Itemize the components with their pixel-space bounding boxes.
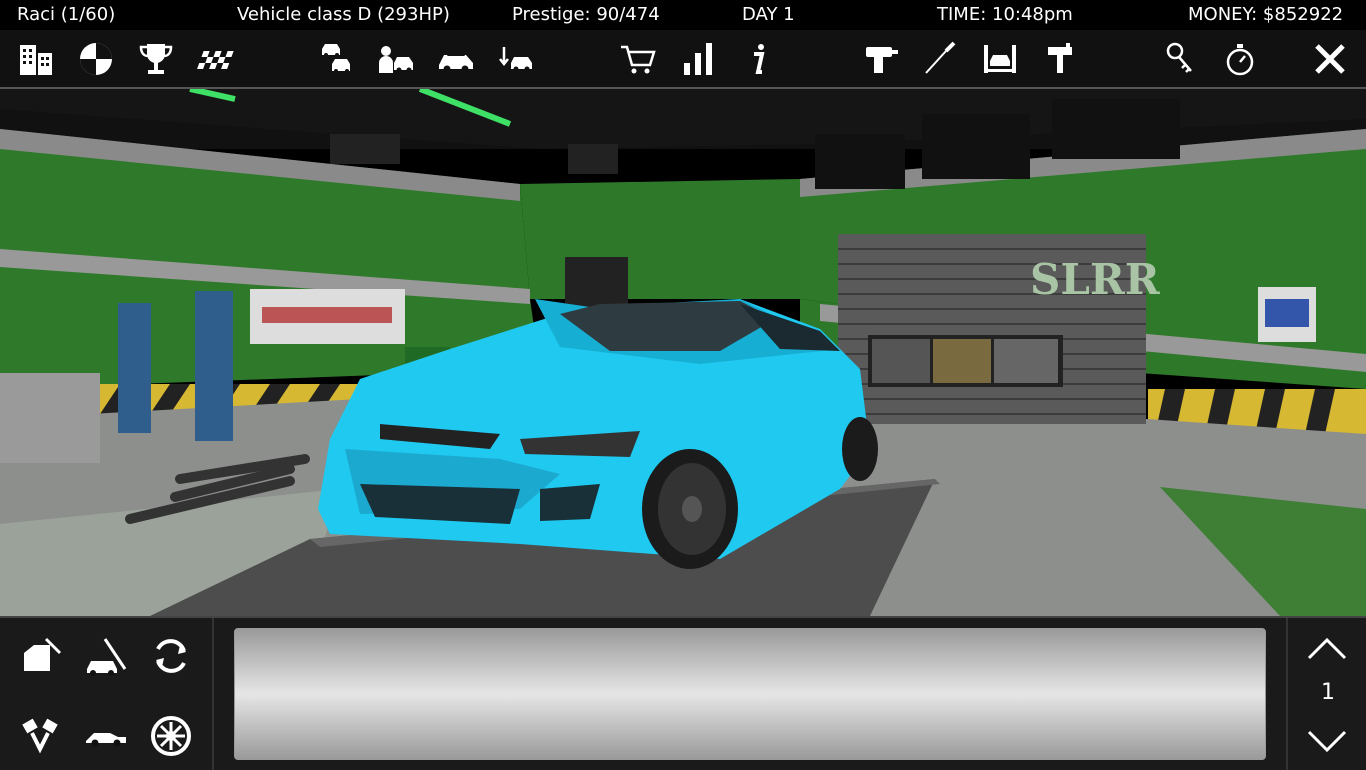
bottom-panel: 1 xyxy=(0,616,1366,770)
car-swap-icon[interactable] xyxy=(493,34,539,84)
drill-icon[interactable] xyxy=(857,34,903,84)
money: MONEY: $852922 xyxy=(1188,4,1344,25)
stats-bars-icon[interactable] xyxy=(675,34,721,84)
car-crash-icon[interactable] xyxy=(433,34,479,84)
shop-cart-icon[interactable] xyxy=(615,34,661,84)
refresh-icon[interactable] xyxy=(145,630,197,682)
car-sell-icon[interactable] xyxy=(373,34,419,84)
race-flag-circle-icon[interactable] xyxy=(73,34,119,84)
tuning-tools xyxy=(0,618,214,770)
page-number: 1 xyxy=(1321,680,1335,705)
page-down-button[interactable] xyxy=(1304,724,1350,760)
car-door-wrench-icon[interactable] xyxy=(15,630,67,682)
pistons-icon[interactable] xyxy=(15,710,67,762)
main-toolbar xyxy=(0,30,1366,89)
info-icon[interactable] xyxy=(735,34,781,84)
chevron-down-icon xyxy=(1307,730,1347,753)
stopwatch-icon[interactable] xyxy=(1217,34,1263,84)
pager: 1 xyxy=(1286,618,1366,770)
slrr-sign: SLRR xyxy=(1030,255,1161,304)
car-dealer-icon[interactable] xyxy=(313,34,359,84)
trophy-icon[interactable] xyxy=(133,34,179,84)
paint-gun-icon[interactable] xyxy=(1037,34,1083,84)
wheel-icon[interactable] xyxy=(145,710,197,762)
day-counter: DAY 1 xyxy=(742,4,795,25)
car-wrench-icon[interactable] xyxy=(80,630,132,682)
car-lift-icon[interactable] xyxy=(977,34,1023,84)
key-icon[interactable] xyxy=(1157,34,1203,84)
player-count: Raci (1/60) xyxy=(17,4,116,25)
page-up-button[interactable] xyxy=(1304,630,1350,666)
vehicle-class: Vehicle class D (293HP) xyxy=(237,4,450,25)
city-icon[interactable] xyxy=(13,34,59,84)
chevron-up-icon xyxy=(1307,637,1347,660)
part-info-panel xyxy=(234,628,1266,760)
car-profile-icon[interactable] xyxy=(80,710,132,762)
prestige: Prestige: 90/474 xyxy=(512,4,660,25)
checkered-flag-icon[interactable] xyxy=(193,34,239,84)
garage-scene[interactable]: SLRR xyxy=(0,89,1366,616)
status-bar: Raci (1/60) Vehicle class D (293HP) Pres… xyxy=(0,0,1366,30)
screwdriver-icon[interactable] xyxy=(917,34,963,84)
close-icon[interactable] xyxy=(1307,34,1353,84)
game-time: TIME: 10:48pm xyxy=(937,4,1073,25)
